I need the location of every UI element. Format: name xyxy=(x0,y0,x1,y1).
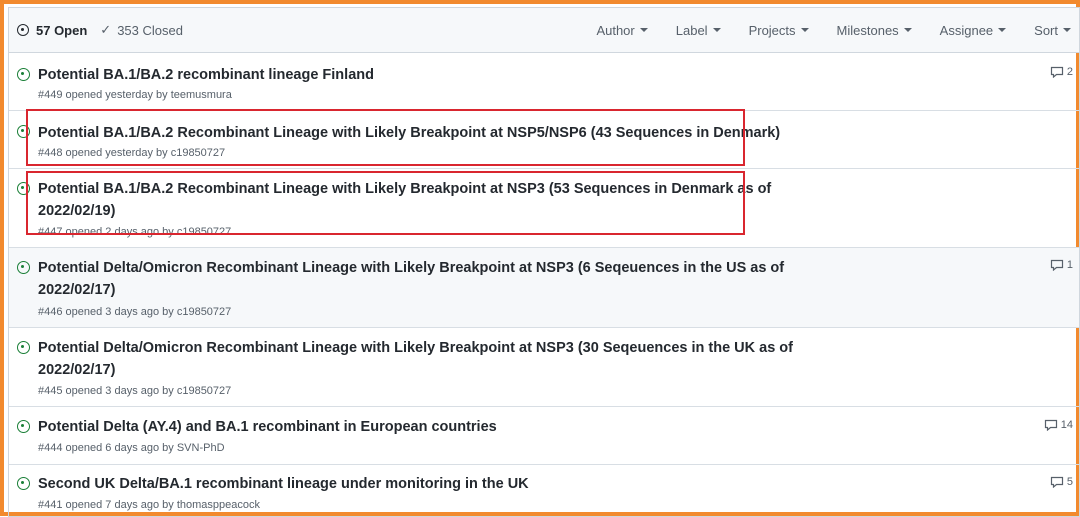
comment-count: 1 xyxy=(1066,259,1073,271)
issue-row[interactable]: Potential Delta (AY.4) and BA.1 recombin… xyxy=(9,407,1079,465)
issues-list: 57 Open ✓ 353 Closed Author Label Projec… xyxy=(8,7,1080,517)
issue-opened-icon xyxy=(17,477,30,490)
issue-title-line: Potential Delta/Omicron Recombinant Line… xyxy=(38,340,793,356)
comment-icon xyxy=(1050,66,1063,78)
issue-meta: #446 opened 3 days ago by c19850727 xyxy=(38,306,232,318)
caret-down-icon xyxy=(800,28,809,32)
issue-opened-icon xyxy=(17,125,30,138)
open-issues-link[interactable]: 57 Open xyxy=(17,23,87,38)
issue-opened-icon xyxy=(17,420,30,433)
assignee-filter-label: Assignee xyxy=(939,22,994,38)
issue-title-link[interactable]: Potential Delta/Omicron Recombinant Line… xyxy=(38,257,784,301)
check-icon: ✓ xyxy=(100,22,112,37)
author-filter[interactable]: Author xyxy=(596,22,648,38)
comment-icon xyxy=(1050,259,1063,271)
issue-title-link[interactable]: Potential BA.1/BA.2 Recombinant Lineage … xyxy=(38,178,771,222)
issue-meta: #448 opened yesterday by c19850727 xyxy=(38,147,226,159)
issue-meta: #445 opened 3 days ago by c19850727 xyxy=(38,385,232,397)
issue-row[interactable]: Potential BA.1/BA.2 Recombinant Lineage … xyxy=(9,169,1079,248)
issue-title-link[interactable]: Second UK Delta/BA.1 recombinant lineage… xyxy=(38,473,529,495)
issue-title-link[interactable]: Potential Delta (AY.4) and BA.1 recombin… xyxy=(38,416,497,438)
issue-row[interactable]: Potential BA.1/BA.2 Recombinant Lineage … xyxy=(9,111,1079,169)
closed-count-label: 353 Closed xyxy=(117,22,183,38)
state-toggle: 57 Open ✓ 353 Closed xyxy=(17,22,183,38)
issue-meta: #449 opened yesterday by teemusmura xyxy=(38,89,232,101)
issue-row[interactable]: Potential BA.1/BA.2 recombinant lineage … xyxy=(9,53,1079,111)
issue-title-link[interactable]: Potential Delta/Omicron Recombinant Line… xyxy=(38,337,793,381)
comment-count-link[interactable]: 2 xyxy=(1050,66,1073,78)
issue-meta: #441 opened 7 days ago by thomasppeacock xyxy=(38,499,260,511)
issue-row[interactable]: Second UK Delta/BA.1 recombinant lineage… xyxy=(9,465,1079,516)
issue-opened-icon xyxy=(17,182,30,195)
comment-count-link[interactable]: 14 xyxy=(1044,419,1073,431)
open-count-label: 57 Open xyxy=(36,22,88,38)
issue-title-line: 2022/02/17) xyxy=(38,362,116,378)
comment-icon xyxy=(1044,419,1057,431)
issue-row[interactable]: Potential Delta/Omicron Recombinant Line… xyxy=(9,248,1079,328)
label-filter[interactable]: Label xyxy=(676,23,721,38)
issue-opened-icon xyxy=(17,341,30,354)
comment-count-link[interactable]: 1 xyxy=(1050,259,1073,271)
caret-down-icon xyxy=(712,28,721,32)
caret-down-icon xyxy=(639,28,648,32)
issue-title-line: Potential Delta/Omicron Recombinant Line… xyxy=(38,260,785,276)
issue-title-line: 2022/02/17) xyxy=(38,282,116,298)
assignee-filter[interactable]: Assignee xyxy=(939,22,1007,38)
issue-opened-icon xyxy=(17,261,30,274)
caret-down-icon xyxy=(1063,28,1071,32)
milestones-filter[interactable]: Milestones xyxy=(837,23,912,38)
sort-filter[interactable]: Sort xyxy=(1034,23,1071,38)
issue-title-line: Potential BA.1/BA.2 Recombinant Lineage … xyxy=(38,181,772,197)
closed-issues-link[interactable]: ✓ 353 Closed xyxy=(100,22,183,38)
issue-opened-icon xyxy=(17,68,30,81)
comment-count-link[interactable]: 5 xyxy=(1050,476,1073,488)
comment-count: 14 xyxy=(1060,419,1073,431)
label-filter-label: Label xyxy=(675,22,708,38)
comment-icon xyxy=(1050,476,1063,488)
screenshot-frame: 57 Open ✓ 353 Closed Author Label Projec… xyxy=(0,0,1080,517)
author-filter-label: Author xyxy=(596,22,635,38)
issue-row[interactable]: Potential Delta/Omicron Recombinant Line… xyxy=(9,328,1079,407)
caret-down-icon xyxy=(998,28,1007,32)
filter-bar: Author Label Projects Milestones Assigne… xyxy=(596,8,1079,52)
comment-count: 2 xyxy=(1066,66,1073,78)
caret-down-icon xyxy=(903,28,912,32)
issue-title-link[interactable]: Potential BA.1/BA.2 recombinant lineage … xyxy=(38,64,374,86)
issue-meta: #447 opened 2 days ago by c19850727 xyxy=(38,226,232,238)
projects-filter[interactable]: Projects xyxy=(749,23,809,38)
comment-count: 5 xyxy=(1066,476,1073,488)
issues-list-header: 57 Open ✓ 353 Closed Author Label Projec… xyxy=(9,8,1079,53)
projects-filter-label: Projects xyxy=(748,22,796,38)
issue-meta: #444 opened 6 days ago by SVN-PhD xyxy=(38,442,225,454)
milestones-filter-label: Milestones xyxy=(836,22,899,38)
sort-filter-label: Sort xyxy=(1034,22,1058,38)
issue-title-link[interactable]: Potential BA.1/BA.2 Recombinant Lineage … xyxy=(38,122,780,144)
issue-opened-icon xyxy=(17,24,29,36)
issue-title-line: 2022/02/19) xyxy=(38,203,116,219)
